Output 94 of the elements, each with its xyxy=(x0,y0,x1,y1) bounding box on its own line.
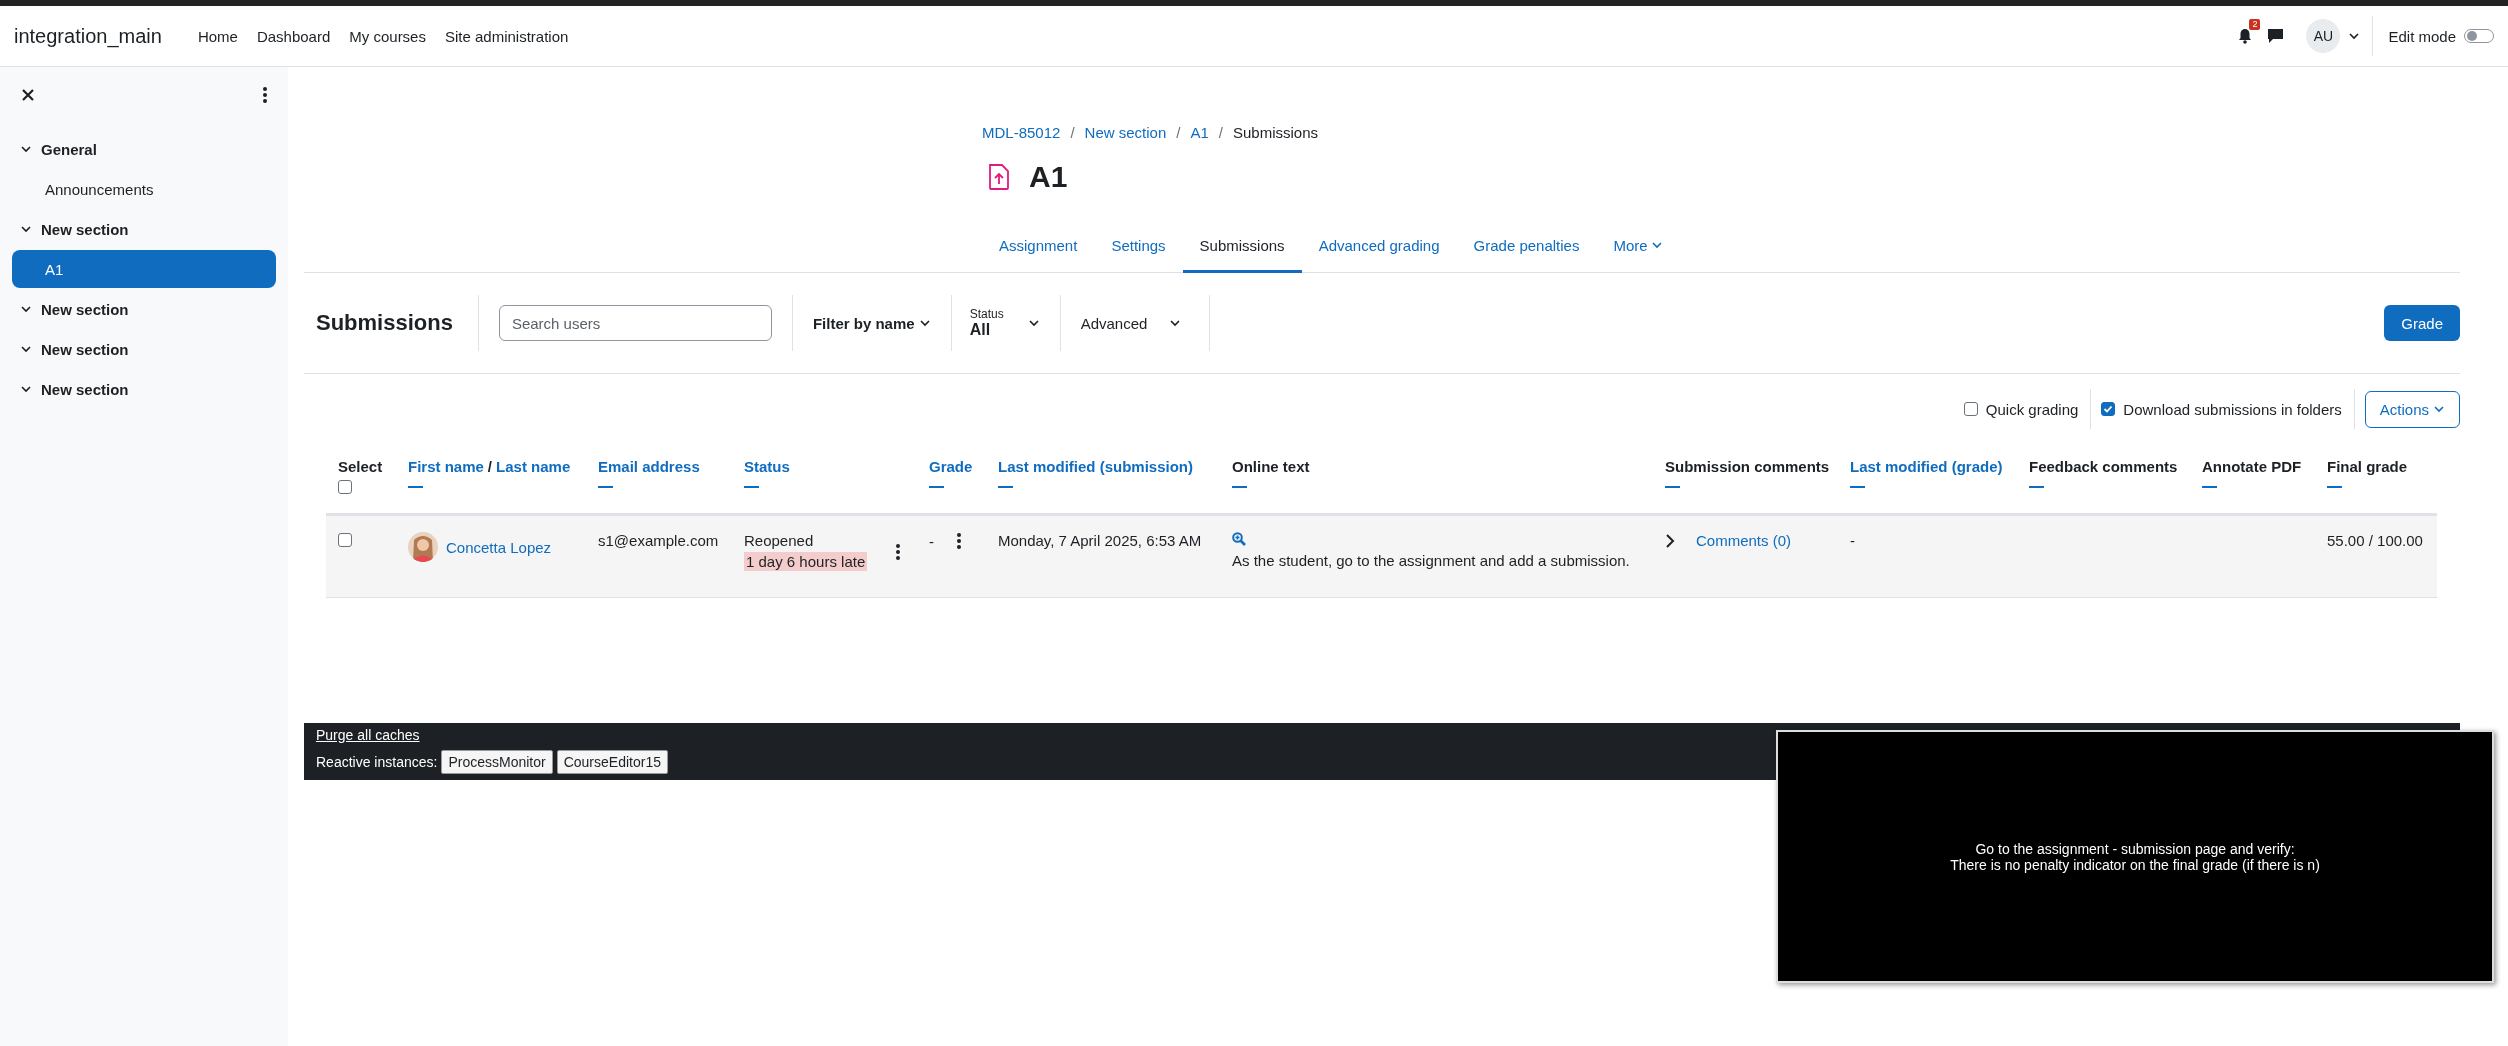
breadcrumb-current: Submissions xyxy=(1232,124,1318,141)
zoom-in-icon[interactable] xyxy=(1232,532,1246,546)
notification-badge: 2 xyxy=(2249,19,2261,30)
actions-button[interactable]: Actions xyxy=(2364,390,2460,428)
activity-link[interactable]: Announcements xyxy=(12,169,276,209)
caret-icon xyxy=(1169,317,1182,329)
nav-link[interactable]: My courses xyxy=(346,23,429,49)
chevron-icon[interactable] xyxy=(20,343,32,355)
chevron-right-icon[interactable] xyxy=(1665,533,1675,548)
instance-button[interactable]: CourseEditor15 xyxy=(556,750,668,774)
column-header: Submission comments xyxy=(1665,458,1830,475)
breadcrumb-link[interactable]: MDL-85012 xyxy=(982,124,1061,141)
column-header: Feedback comments xyxy=(2029,458,2178,475)
reactive-label: Reactive instances: xyxy=(316,754,438,770)
breadcrumb-separator: / xyxy=(1218,124,1223,141)
caret-icon xyxy=(2433,403,2445,415)
select-all-checkbox[interactable] xyxy=(338,480,352,494)
section-heading: Submissions xyxy=(316,310,453,336)
filter-dropdown[interactable]: Filter by name xyxy=(804,308,939,338)
slash: / xyxy=(487,458,493,475)
section-link[interactable]: New section xyxy=(41,300,129,318)
email-text: s1@example.com xyxy=(598,532,719,549)
instruction-text: Go to the assignment - submission page and verify: xyxy=(1975,840,2295,857)
section-link[interactable]: New section xyxy=(41,340,129,358)
checkbox[interactable] xyxy=(1963,402,1978,416)
comments-link[interactable]: Comments (0) xyxy=(1696,532,1792,549)
sort-link[interactable]: Last modified (grade) xyxy=(1850,458,2003,475)
sort-link[interactable]: Email address xyxy=(598,458,700,475)
kebab-icon[interactable] xyxy=(262,86,268,104)
instruction-text: There is no penalty indicator on the final grade (if there is n) xyxy=(1950,856,2320,873)
instance-button[interactable]: ProcessMonitor xyxy=(441,750,553,774)
status-dropdown[interactable]: Status All xyxy=(961,301,1048,345)
breadcrumb-separator: / xyxy=(1070,124,1075,141)
column-header: Select xyxy=(338,458,383,475)
activity-link[interactable]: A1 xyxy=(12,250,276,288)
sort-link[interactable]: Grade xyxy=(929,458,973,475)
grade-text: - xyxy=(929,532,934,550)
late-badge: 1 day 6 hours late xyxy=(744,552,868,571)
avatar xyxy=(408,532,438,562)
row-checkbox[interactable] xyxy=(338,533,352,547)
tab[interactable]: Submissions xyxy=(1182,220,1302,273)
chat-icon[interactable] xyxy=(2267,28,2285,44)
tab[interactable]: More xyxy=(1596,220,1680,273)
nav-link[interactable]: Site administration xyxy=(441,23,572,49)
date-text: - xyxy=(1850,532,1855,549)
edit-mode-label: Edit mode xyxy=(2388,27,2456,45)
grade-button[interactable]: Grade xyxy=(2384,305,2460,341)
kebab-icon[interactable] xyxy=(956,532,962,550)
chevron-icon[interactable] xyxy=(20,303,32,315)
check-icon xyxy=(2103,404,2114,414)
chevron-icon[interactable] xyxy=(20,143,32,155)
column-header: Annotate PDF xyxy=(2202,458,2302,475)
bell-icon[interactable] xyxy=(2237,28,2254,44)
column-header: Online text xyxy=(1232,458,1310,475)
breadcrumb-link[interactable]: A1 xyxy=(1190,124,1209,141)
nav-link[interactable]: Home xyxy=(194,23,241,49)
caret-icon[interactable] xyxy=(2348,30,2361,42)
close-icon[interactable] xyxy=(22,89,34,101)
purge-caches-link[interactable]: Purge all caches xyxy=(316,727,420,743)
sort-link[interactable]: Last name xyxy=(496,458,571,475)
section-link[interactable]: New section xyxy=(41,220,129,238)
sort-link[interactable]: Last modified (submission) xyxy=(998,458,1193,475)
column-header: Final grade xyxy=(2327,458,2408,475)
user-name-link[interactable]: Concetta Lopez xyxy=(446,538,552,556)
sort-link[interactable]: First name xyxy=(408,458,484,475)
assignment-upload-icon xyxy=(988,163,1010,191)
user-avatar[interactable]: AU xyxy=(2306,19,2341,53)
chevron-icon[interactable] xyxy=(20,223,32,235)
caret-icon xyxy=(918,317,931,329)
breadcrumb-separator: / xyxy=(1176,124,1181,141)
caret-icon xyxy=(1027,317,1040,329)
site-name[interactable]: integration_main xyxy=(14,24,162,48)
search-field[interactable]: Search users xyxy=(498,305,772,341)
date-text: Monday, 7 April 2025, 6:53 AM xyxy=(998,532,1202,549)
tab[interactable]: Grade penalties xyxy=(1456,220,1597,273)
checkbox-label[interactable]: Quick grading xyxy=(1985,400,2079,418)
tab[interactable]: Settings xyxy=(1094,220,1183,273)
page-title: A1 xyxy=(1029,160,1068,194)
tab[interactable]: Advanced grading xyxy=(1301,220,1457,273)
final-grade-text: 55.00 / 100.00 xyxy=(2327,532,2423,549)
advanced-dropdown[interactable]: Advanced xyxy=(1072,308,1190,338)
checkbox[interactable] xyxy=(2101,402,2116,416)
kebab-icon[interactable] xyxy=(895,542,901,561)
checkbox-label[interactable]: Download submissions in folders xyxy=(2123,400,2342,418)
sort-link[interactable]: Status xyxy=(744,458,790,475)
nav-link[interactable]: Dashboard xyxy=(253,23,334,49)
chevron-icon[interactable] xyxy=(20,383,32,395)
tab[interactable]: Assignment xyxy=(982,220,1095,273)
status-text: Reopened xyxy=(744,532,815,549)
caret-icon xyxy=(1650,239,1663,251)
section-link[interactable]: New section xyxy=(41,380,129,398)
online-text: As the student, go to the assignment and add a submission. xyxy=(1232,552,1631,569)
breadcrumb-link[interactable]: New section xyxy=(1084,124,1167,141)
section-link[interactable]: General xyxy=(41,140,97,158)
